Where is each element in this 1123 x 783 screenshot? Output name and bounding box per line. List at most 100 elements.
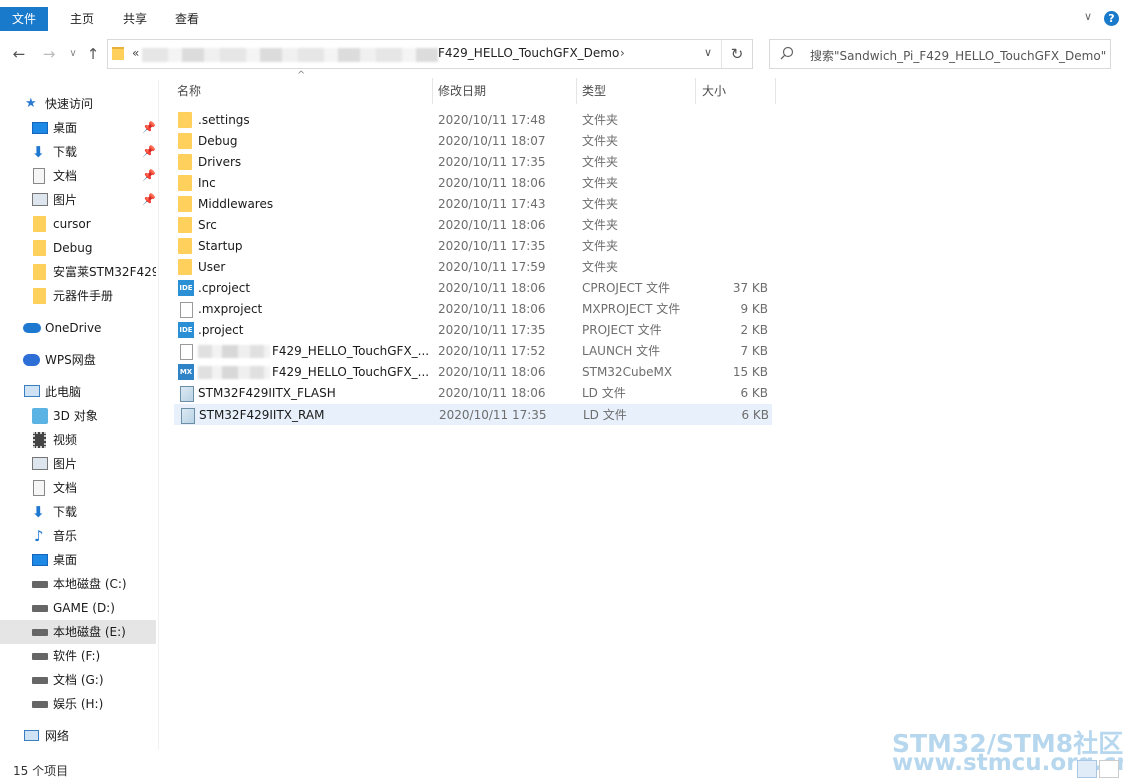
file-row[interactable]: F429_HELLO_TouchGFX_... 2020/10/11 17:52… xyxy=(174,341,772,362)
search-box[interactable]: 搜索"Sandwich_Pi_F429_HELLO_TouchGFX_Demo" xyxy=(769,39,1111,69)
file-name: Inc xyxy=(198,176,216,190)
tab-file[interactable]: 文件 xyxy=(0,7,48,31)
file-row[interactable]: Inc 2020/10/11 18:06 文件夹 xyxy=(174,173,772,194)
recent-locations-icon[interactable]: ∨ xyxy=(62,42,84,66)
pin-icon[interactable]: 📌 xyxy=(142,164,156,188)
file-name: F429_HELLO_TouchGFX_... xyxy=(272,344,430,358)
pin-icon[interactable]: 📌 xyxy=(142,188,156,212)
ribbon-expand-icon[interactable]: ∨ xyxy=(1084,10,1092,23)
sidebar-item-desktop[interactable]: 桌面 📌 xyxy=(0,116,156,140)
file-row[interactable]: User 2020/10/11 17:59 文件夹 xyxy=(174,257,772,278)
file-name: Startup xyxy=(198,239,243,253)
file-size: 9 KB xyxy=(740,302,768,316)
file-row[interactable]: .mxproject 2020/10/11 18:06 MXPROJECT 文件… xyxy=(174,299,772,320)
sidebar-item-documents-pc[interactable]: 文档 xyxy=(0,476,156,500)
sidebar-item-pictures[interactable]: 图片 📌 xyxy=(0,188,156,212)
folder-icon xyxy=(178,112,194,128)
column-header-type[interactable]: 类型 xyxy=(582,80,606,102)
file-row[interactable]: MX F429_HELLO_TouchGFX_... 2020/10/11 18… xyxy=(174,362,772,383)
drive-icon xyxy=(32,605,48,612)
sidebar-item-videos[interactable]: 视频 xyxy=(0,428,156,452)
file-row[interactable]: STM32F429IITX_FLASH 2020/10/11 18:06 LD … xyxy=(174,383,772,404)
tab-share[interactable]: 共享 xyxy=(110,7,160,31)
pin-icon[interactable]: 📌 xyxy=(142,140,156,164)
sidebar-item-3d-objects[interactable]: 3D 对象 xyxy=(0,404,156,428)
file-row[interactable]: Startup 2020/10/11 17:35 文件夹 xyxy=(174,236,772,257)
sidebar-wps-drive[interactable]: WPS网盘 xyxy=(0,348,156,372)
download-icon: ⬇ xyxy=(32,143,45,161)
help-icon[interactable]: ? xyxy=(1104,11,1119,26)
file-row[interactable]: IDE .project 2020/10/11 17:35 PROJECT 文件… xyxy=(174,320,772,341)
sidebar-item-pictures-pc[interactable]: 图片 xyxy=(0,452,156,476)
file-name: .project xyxy=(198,323,244,337)
generic-file-icon xyxy=(178,301,194,318)
drive-icon xyxy=(32,629,48,636)
refresh-icon[interactable]: ↻ xyxy=(721,40,752,68)
sidebar-item-debug[interactable]: Debug xyxy=(0,236,156,260)
sidebar-drive-f[interactable]: 软件 (F:) xyxy=(0,644,156,668)
file-name: STM32F429IITX_FLASH xyxy=(198,386,336,400)
file-type: 文件夹 xyxy=(582,113,619,127)
sidebar-network[interactable]: 网络 xyxy=(0,724,156,748)
tab-home[interactable]: 主页 xyxy=(57,7,107,31)
file-row[interactable]: Debug 2020/10/11 18:07 文件夹 xyxy=(174,131,772,152)
sidebar-onedrive[interactable]: OneDrive xyxy=(0,316,156,340)
sidebar-item-downloads[interactable]: ⬇ 下载 📌 xyxy=(0,140,156,164)
sidebar-this-pc[interactable]: 此电脑 xyxy=(0,380,156,404)
file-row[interactable]: Src 2020/10/11 18:06 文件夹 xyxy=(174,215,772,236)
network-icon xyxy=(24,730,39,741)
column-divider[interactable] xyxy=(695,78,696,104)
document-icon xyxy=(33,168,45,184)
column-divider[interactable] xyxy=(432,78,433,104)
tab-view[interactable]: 查看 xyxy=(162,7,212,31)
file-name: .cproject xyxy=(198,281,251,295)
sidebar-item-armfly[interactable]: 安富莱STM32F429 xyxy=(0,260,156,284)
sidebar-drive-e[interactable]: 本地磁盘 (E:) xyxy=(0,620,156,644)
drive-icon xyxy=(32,653,48,660)
path-overflow[interactable]: « xyxy=(132,46,139,60)
file-date: 2020/10/11 18:06 xyxy=(438,281,546,295)
file-row[interactable]: IDE .cproject 2020/10/11 18:06 CPROJECT … xyxy=(174,278,772,299)
sidebar-drive-g[interactable]: 文档 (G:) xyxy=(0,668,156,692)
search-icon xyxy=(780,46,794,60)
file-date: 2020/10/11 17:35 xyxy=(438,155,546,169)
address-dropdown-icon[interactable]: ∨ xyxy=(704,46,712,59)
sidebar-item-documents[interactable]: 文档 📌 xyxy=(0,164,156,188)
sidebar-drive-c[interactable]: 本地磁盘 (C:) xyxy=(0,572,156,596)
sidebar-item-desktop-pc[interactable]: 桌面 xyxy=(0,548,156,572)
sidebar-item-cursor[interactable]: cursor xyxy=(0,212,156,236)
large-icons-view-button[interactable] xyxy=(1099,760,1119,778)
column-divider[interactable] xyxy=(576,78,577,104)
back-icon[interactable]: ← xyxy=(8,42,30,66)
file-row-selected[interactable]: STM32F429IITX_RAM 2020/10/11 17:35 LD 文件… xyxy=(174,404,772,425)
file-date: 2020/10/11 18:07 xyxy=(438,134,546,148)
file-row[interactable]: Middlewares 2020/10/11 17:43 文件夹 xyxy=(174,194,772,215)
sidebar-drive-d[interactable]: GAME (D:) xyxy=(0,596,156,620)
column-header-date[interactable]: 修改日期 xyxy=(438,80,486,102)
path-current-folder[interactable]: F429_HELLO_TouchGFX_Demo xyxy=(438,46,619,60)
details-view-button[interactable] xyxy=(1077,760,1097,778)
file-date: 2020/10/11 17:52 xyxy=(438,344,546,358)
address-bar[interactable]: « F429_HELLO_TouchGFX_Demo › ∨ ↻ xyxy=(107,39,753,69)
file-row[interactable]: .settings 2020/10/11 17:48 文件夹 xyxy=(174,110,772,131)
sidebar-item-music[interactable]: ♪ 音乐 xyxy=(0,524,156,548)
forward-icon[interactable]: → xyxy=(38,42,60,66)
sort-ascending-icon: ^ xyxy=(297,70,306,81)
document-icon xyxy=(33,480,45,496)
path-separator-icon[interactable]: › xyxy=(620,46,625,60)
blurred-name xyxy=(198,366,270,379)
sidebar-drive-h[interactable]: 娱乐 (H:) xyxy=(0,692,156,716)
column-header-size[interactable]: 大小 xyxy=(702,80,726,102)
pin-icon[interactable]: 📌 xyxy=(142,116,156,140)
cube-icon xyxy=(32,408,48,424)
sidebar-quick-access[interactable]: ★ 快速访问 xyxy=(0,92,156,116)
star-icon: ★ xyxy=(25,96,37,111)
file-row[interactable]: Drivers 2020/10/11 17:35 文件夹 xyxy=(174,152,772,173)
up-icon[interactable]: ↑ xyxy=(82,42,104,66)
pane-splitter[interactable] xyxy=(158,80,159,750)
file-type: LD 文件 xyxy=(582,386,626,400)
column-header-name[interactable]: 名称 xyxy=(177,80,201,102)
column-divider[interactable] xyxy=(775,78,776,104)
sidebar-item-datasheets[interactable]: 元器件手册 xyxy=(0,284,156,308)
sidebar-item-downloads-pc[interactable]: ⬇ 下载 xyxy=(0,500,156,524)
